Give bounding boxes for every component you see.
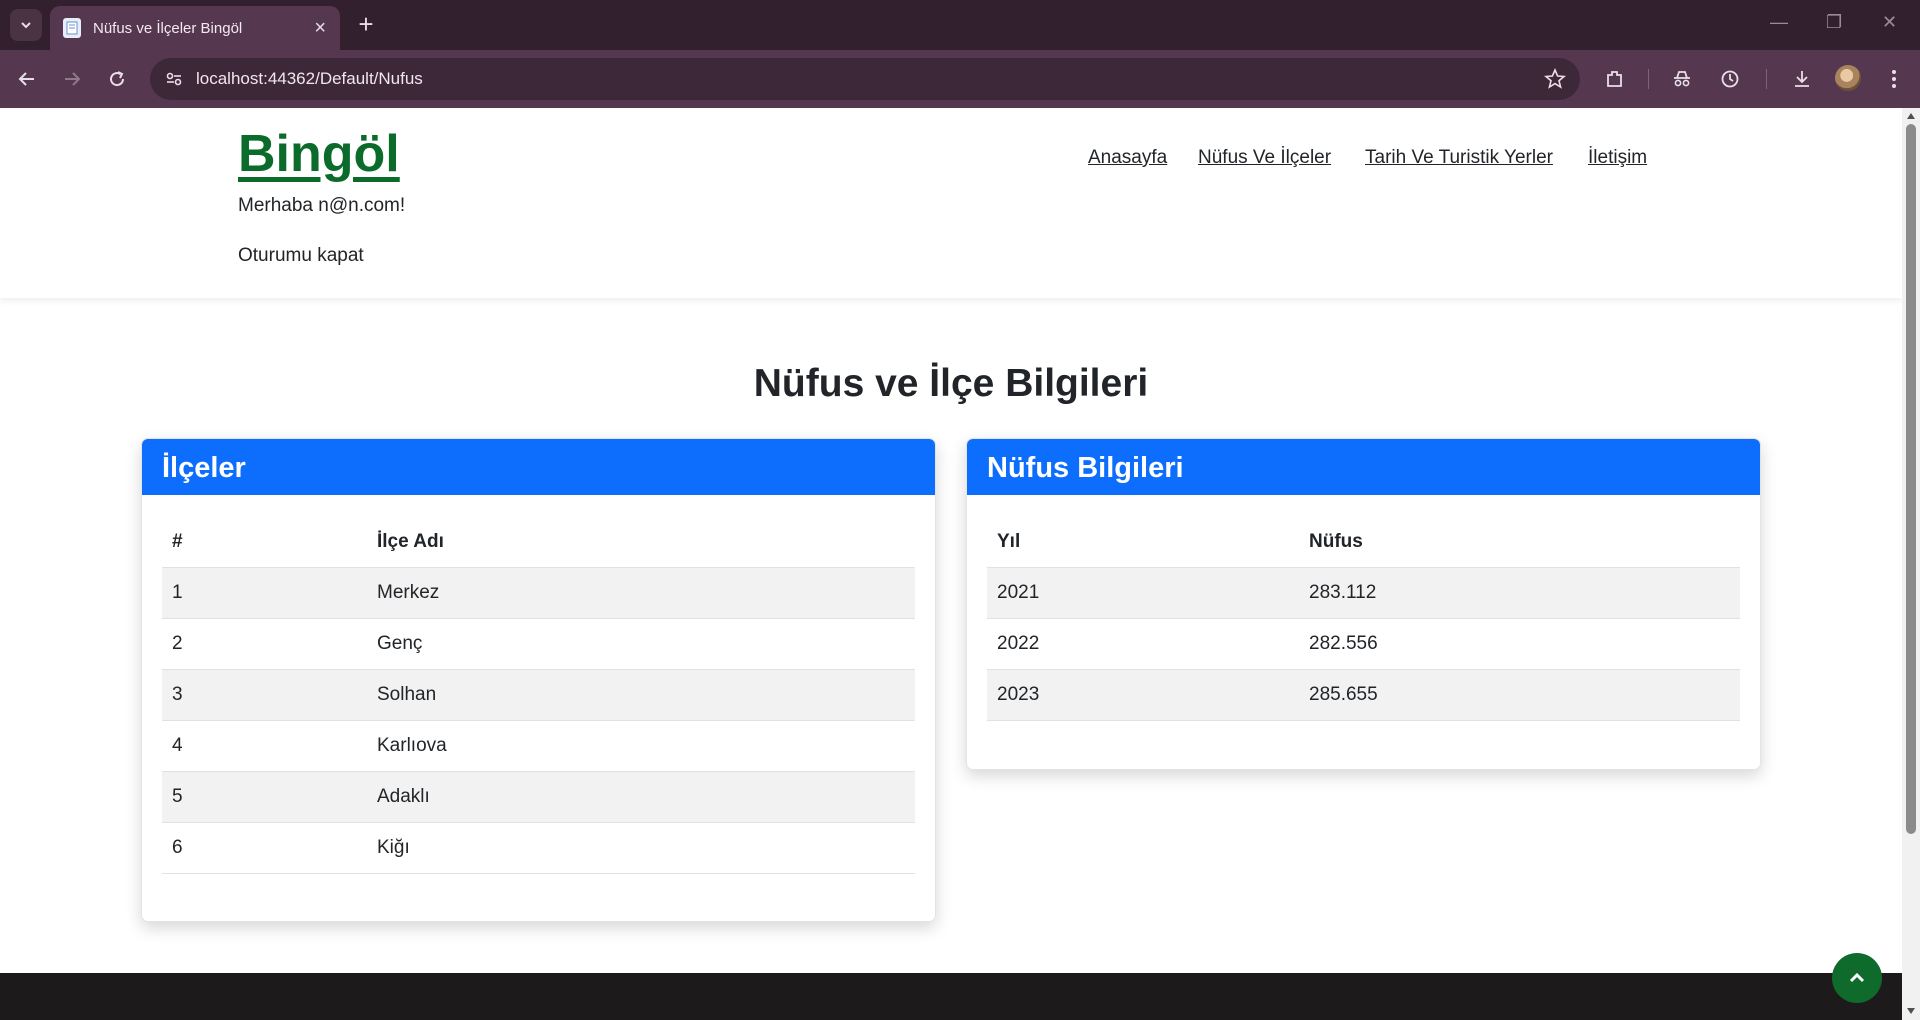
population-card-header: Nüfus Bilgileri <box>967 439 1760 495</box>
table-cell: Genç <box>367 618 915 670</box>
scroll-up-arrow-icon[interactable] <box>1907 113 1915 119</box>
table-row: 2022 282.556 <box>987 618 1740 670</box>
population-card: Nüfus Bilgileri Yıl Nüfus 2021 283.112 20… <box>966 438 1761 770</box>
table-header-row: Yıl Nüfus <box>987 517 1740 568</box>
table-cell: 1 <box>162 567 367 619</box>
table-cell: 283.112 <box>1299 567 1740 619</box>
table-cell: Solhan <box>367 669 915 721</box>
table-cell: 2023 <box>987 669 1299 721</box>
table-row: 6 Kiğı <box>162 822 915 874</box>
districts-card: İlçeler # İlçe Adı 1 Merkez 2 Genç 3 Solhan… <box>141 438 936 922</box>
table-cell: 4 <box>162 720 367 772</box>
table-cell: Karlıova <box>367 720 915 772</box>
table-cell: 2022 <box>987 618 1299 670</box>
incognito-icon[interactable] <box>1667 64 1697 94</box>
table-cell: 3 <box>162 669 367 721</box>
back-to-top-button[interactable] <box>1832 953 1882 1003</box>
greeting-text: Merhaba n@n.com! <box>238 195 406 216</box>
table-row: 2021 283.112 <box>987 567 1740 619</box>
page-title: Nüfus ve İlçe Bilgileri <box>753 362 1149 405</box>
scrollbar-thumb[interactable] <box>1906 124 1916 834</box>
column-header: İlçe Adı <box>367 517 915 568</box>
table-row: 3 Solhan <box>162 669 915 721</box>
restore-icon[interactable]: ❐ <box>1826 12 1842 33</box>
extensions-icon[interactable] <box>1600 64 1630 94</box>
column-header: Nüfus <box>1299 517 1740 568</box>
page-viewport: Bingöl Merhaba n@n.com! Oturumu kapat An… <box>0 108 1902 1020</box>
bookmark-star-icon[interactable] <box>1544 68 1566 90</box>
browser-tab[interactable]: Nüfus ve İlçeler Bingöl × <box>50 6 340 50</box>
logout-link[interactable]: Oturumu kapat <box>238 245 364 267</box>
table-cell: 2021 <box>987 567 1299 619</box>
tab-title: Nüfus ve İlçeler Bingöl <box>93 19 243 37</box>
site-footer <box>0 973 1902 1020</box>
table-cell: 282.556 <box>1299 618 1740 670</box>
scroll-down-arrow-icon[interactable] <box>1907 1008 1915 1014</box>
close-tab-icon[interactable]: × <box>314 18 326 38</box>
browser-toolbar: localhost:44362/Default/Nufus <box>0 50 1920 108</box>
chevron-up-icon <box>1849 972 1865 983</box>
table-cell: 5 <box>162 771 367 823</box>
reload-button[interactable] <box>100 62 134 96</box>
profile-avatar[interactable] <box>1835 65 1861 91</box>
address-bar[interactable]: localhost:44362/Default/Nufus <box>150 58 1580 100</box>
page-scrollbar[interactable] <box>1902 108 1920 1020</box>
chevron-down-icon <box>21 22 31 29</box>
table-row: 5 Adaklı <box>162 771 915 823</box>
forward-button[interactable] <box>55 62 89 96</box>
table-row: 2 Genç <box>162 618 915 670</box>
close-window-icon[interactable]: ✕ <box>1882 12 1897 33</box>
districts-table: # İlçe Adı 1 Merkez 2 Genç 3 Solhan 4 Karlıo… <box>162 517 915 874</box>
page-favicon-icon <box>63 18 81 38</box>
nav-link-contact[interactable]: İletişim <box>1588 147 1647 169</box>
browser-tab-bar: Nüfus ve İlçeler Bingöl × + — ❐ ✕ <box>0 0 1920 50</box>
back-button[interactable] <box>10 62 44 96</box>
url-text: localhost:44362/Default/Nufus <box>196 69 423 88</box>
nav-link-population[interactable]: Nüfus Ve İlçeler <box>1198 147 1331 169</box>
toolbar-divider <box>1766 69 1767 89</box>
site-settings-icon[interactable] <box>164 69 184 89</box>
download-icon[interactable] <box>1787 64 1817 94</box>
table-header-row: # İlçe Adı <box>162 517 915 568</box>
districts-card-header: İlçeler <box>142 439 935 495</box>
table-cell: Adaklı <box>367 771 915 823</box>
arrow-right-icon <box>65 72 81 86</box>
brand-link[interactable]: Bingöl <box>238 124 400 184</box>
new-tab-button[interactable]: + <box>352 11 380 39</box>
history-icon[interactable] <box>1715 64 1745 94</box>
arrow-left-icon <box>18 72 34 86</box>
table-cell: 285.655 <box>1299 669 1740 721</box>
tab-search-button[interactable] <box>10 9 42 41</box>
nav-link-history[interactable]: Tarih Ve Turistik Yerler <box>1365 147 1553 169</box>
site-header: Bingöl Merhaba n@n.com! Oturumu kapat An… <box>0 108 1902 298</box>
reload-icon <box>110 71 125 87</box>
table-row: 2023 285.655 <box>987 669 1740 721</box>
table-cell: 2 <box>162 618 367 670</box>
table-row: 4 Karlıova <box>162 720 915 772</box>
table-row: 1 Merkez <box>162 567 915 619</box>
column-header: # <box>162 517 367 568</box>
menu-kebab-icon[interactable] <box>1879 64 1909 94</box>
nav-link-home[interactable]: Anasayfa <box>1088 147 1167 169</box>
population-table: Yıl Nüfus 2021 283.112 2022 282.556 2023 28… <box>987 517 1740 721</box>
table-cell: Merkez <box>367 567 915 619</box>
toolbar-divider <box>1648 69 1649 89</box>
column-header: Yıl <box>987 517 1299 568</box>
minimize-icon[interactable]: — <box>1770 12 1788 33</box>
table-cell: Kiğı <box>367 822 915 874</box>
table-cell: 6 <box>162 822 367 874</box>
